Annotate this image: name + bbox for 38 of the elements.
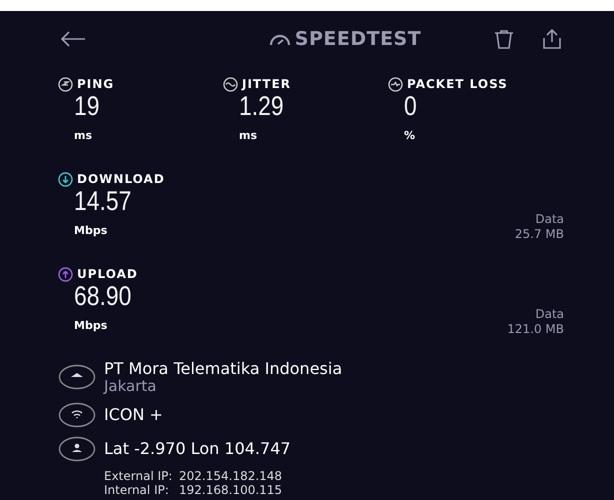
ip-address: 202.154.182.148: [179, 470, 282, 484]
ping-label: PING: [77, 76, 114, 93]
ping-icon: [58, 76, 73, 92]
metric-value: 1.29: [239, 93, 284, 120]
wifi-name: ICON +: [104, 406, 163, 424]
download-label: DOWNLOAD: [77, 171, 165, 188]
location-name: Lat -2.970 Lon 104.747: [104, 440, 291, 458]
ip-address: 192.168.100.115: [179, 484, 282, 498]
wifi-icon: [58, 402, 96, 428]
server-location: Jakarta: [104, 378, 158, 394]
unit-label: %: [404, 129, 416, 142]
share-button[interactable]: [540, 27, 564, 51]
person-icon: [58, 436, 96, 462]
delete-button[interactable]: [492, 27, 516, 51]
unit-label: Mbps: [74, 319, 108, 332]
data-label: Data: [535, 212, 564, 227]
server-icon: [58, 364, 96, 390]
logo-text: SPEEDTEST: [294, 26, 422, 52]
speed-value: 14.57: [74, 188, 132, 215]
server-name: PT Mora Telematika Indonesia: [104, 360, 342, 378]
ip-label: Internal IP:: [104, 484, 170, 498]
data-amount: 121.0 MB: [507, 322, 564, 336]
data-amount: 25.7 MB: [514, 226, 564, 241]
ip-label: External IP:: [104, 470, 174, 484]
data-label: Data: [535, 307, 564, 322]
unit-label: ms: [74, 129, 92, 142]
speed-value: 68.90: [74, 283, 132, 310]
unit-label: Mbps: [74, 224, 108, 237]
jitter-label: JITTER: [242, 76, 292, 93]
upload-label: UPLOAD: [77, 266, 138, 283]
loss-label: PACKET LOSS: [407, 76, 508, 93]
metric-value: 19: [74, 93, 100, 120]
metric-value: 0: [404, 93, 417, 120]
gauge-icon: [268, 32, 291, 46]
unit-label: ms: [239, 129, 258, 142]
loss-icon: [388, 76, 403, 92]
back-button[interactable]: [58, 29, 88, 49]
jitter-icon: [223, 76, 238, 92]
